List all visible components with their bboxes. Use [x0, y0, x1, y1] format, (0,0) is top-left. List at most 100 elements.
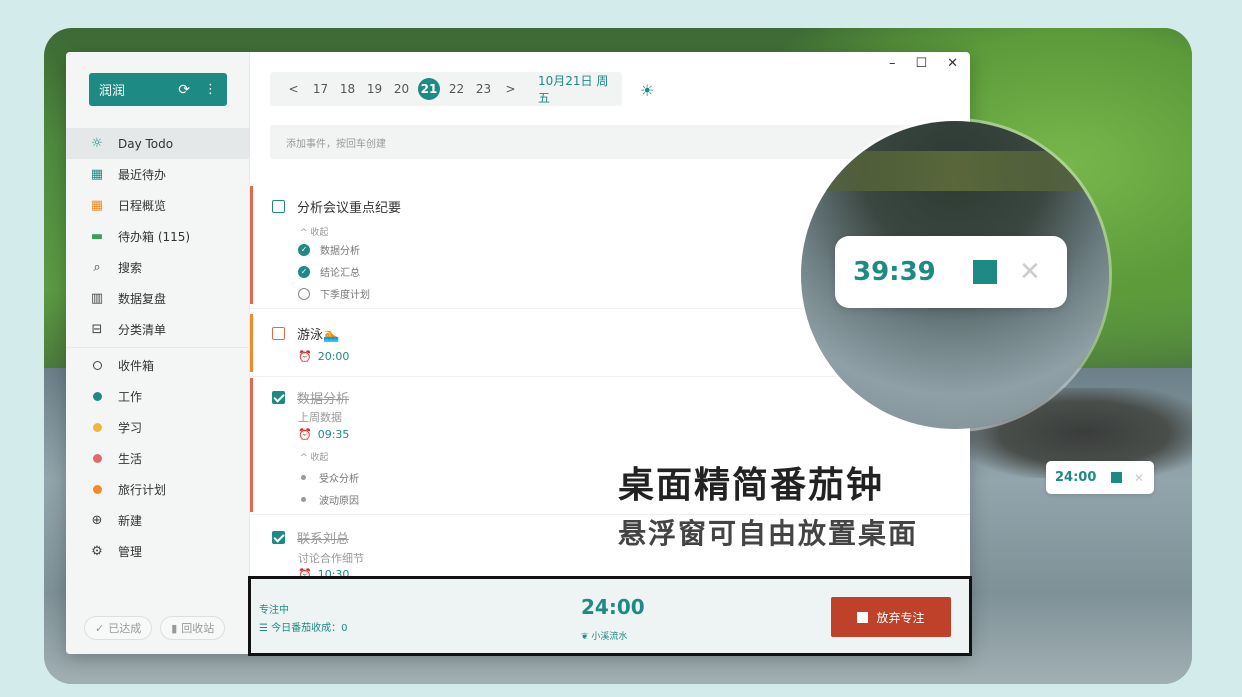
lens-grass: [801, 151, 1109, 191]
date-selected[interactable]: 21: [418, 78, 440, 100]
collapse-toggle[interactable]: ^ 收起: [300, 450, 328, 463]
sidebar-list-label: 学习: [118, 421, 143, 435]
sidebar-list-label: 新建: [118, 514, 143, 528]
stop-icon[interactable]: [1111, 472, 1122, 483]
sidebar-item-inbox[interactable]: ▬ 待办箱 (115): [66, 221, 250, 252]
task-title[interactable]: 联系刘总: [297, 528, 349, 547]
gear-icon: ⚙: [91, 544, 103, 559]
sidebar-list-label: 旅行计划: [118, 483, 167, 497]
sidebar-item-stats[interactable]: ▥ 数据复盘: [66, 283, 250, 314]
checked-circle-icon: ✓: [298, 265, 310, 278]
floating-timer-small[interactable]: 24:00 ✕: [1046, 461, 1154, 494]
floating-timer-value: 39:39: [853, 257, 936, 287]
subtask-item[interactable]: 波动原因: [298, 492, 359, 507]
date-23[interactable]: 23: [470, 78, 497, 100]
subtask-item[interactable]: ✓ 结论汇总: [298, 264, 360, 279]
task-checkbox[interactable]: [272, 200, 285, 213]
user-name: 润润: [99, 84, 126, 99]
task-time: ⏰ 20:00: [298, 350, 350, 363]
sidebar-item-label: 数据复盘: [118, 292, 167, 306]
date-19[interactable]: 19: [361, 78, 388, 100]
date-22[interactable]: 22: [443, 78, 470, 100]
sidebar-item-recent[interactable]: ▦ 最近待办: [66, 159, 250, 190]
sidebar-new-list[interactable]: ⊕ 新建: [66, 505, 250, 536]
task-title-row: 数据分析: [272, 388, 349, 407]
sidebar-divider: [66, 347, 250, 348]
schedule-icon: ▦: [90, 198, 104, 213]
next-week-button[interactable]: >: [497, 78, 524, 100]
more-icon[interactable]: ⋮: [204, 82, 217, 97]
pomodoro-count: ☰ 今日番茄收成：0: [259, 623, 348, 634]
sidebar-item-day-todo[interactable]: ☼ Day Todo: [66, 128, 250, 159]
life-dot-icon: [89, 451, 105, 467]
close-icon[interactable]: ✕: [1019, 257, 1041, 287]
sidebar-item-categories[interactable]: ⊟ 分类清单: [66, 314, 250, 345]
sidebar-item-label: 搜索: [118, 261, 143, 275]
close-icon[interactable]: ✕: [1134, 471, 1144, 485]
sidebar-nav: ☼ Day Todo ▦ 最近待办 ▦ 日程概览 ▬ 待办箱 (115) ⌕ 搜…: [66, 128, 250, 567]
task-checkbox[interactable]: [272, 327, 285, 340]
sidebar-item-search[interactable]: ⌕ 搜索: [66, 252, 250, 283]
subtask-item[interactable]: 受众分析: [298, 470, 359, 485]
collapse-toggle[interactable]: ^ 收起: [300, 225, 328, 238]
priority-bar: [250, 378, 253, 512]
sidebar-list-work[interactable]: 工作: [66, 381, 250, 412]
give-up-focus-button[interactable]: 放弃专注: [831, 597, 951, 637]
prev-week-button[interactable]: <: [280, 78, 307, 100]
trash-label: 回收站: [181, 622, 215, 635]
white-noise[interactable]: ❦ 小溪流水: [581, 629, 627, 642]
date-20[interactable]: 20: [388, 78, 415, 100]
task-title-row: 游泳🏊: [272, 324, 339, 343]
bullet-icon: [301, 497, 306, 502]
task-title[interactable]: 分析会议重点纪要: [297, 197, 401, 216]
alarm-icon: ⏰: [298, 350, 312, 363]
sidebar-list-inbox[interactable]: 收件箱: [66, 350, 250, 381]
task-title[interactable]: 游泳🏊: [297, 324, 339, 343]
inbox-icon: ▬: [90, 229, 104, 244]
task-time: ⏰ 09:35: [298, 428, 350, 441]
close-button[interactable]: ✕: [947, 56, 958, 71]
sidebar-list-travel[interactable]: 旅行计划: [66, 474, 250, 505]
date-18[interactable]: 18: [334, 78, 361, 100]
minimize-button[interactable]: –: [889, 56, 896, 71]
sidebar-list-life[interactable]: 生活: [66, 443, 250, 474]
sidebar-item-label: 日程概览: [118, 199, 167, 213]
promo-title: 桌面精简番茄钟: [618, 465, 885, 506]
sidebar-manage[interactable]: ⚙ 管理: [66, 536, 250, 567]
sync-icon[interactable]: ⟳: [178, 82, 190, 98]
subtask-item[interactable]: ✓ 数据分析: [298, 242, 360, 257]
checked-circle-icon: ✓: [298, 243, 310, 256]
theme-sun-icon[interactable]: ☀: [640, 81, 654, 100]
user-button[interactable]: 润润 ⟳ ⋮: [89, 73, 227, 106]
task-title[interactable]: 数据分析: [297, 388, 349, 407]
maximize-button[interactable]: ☐: [915, 56, 927, 71]
sidebar: 润润 ⟳ ⋮ ☼ Day Todo ▦ 最近待办 ▦ 日程概览 ▬ 待办箱 (1…: [66, 52, 250, 654]
sidebar-list-study[interactable]: 学习: [66, 412, 250, 443]
done-button[interactable]: ✓ 已达成: [84, 616, 153, 640]
alarm-icon: ⏰: [298, 428, 312, 441]
list-icon: ⊟: [91, 322, 103, 337]
floating-timer-large[interactable]: 39:39 ✕: [835, 236, 1067, 308]
date-17[interactable]: 17: [307, 78, 334, 100]
trash-button[interactable]: ▮ 回收站: [160, 616, 226, 640]
window-controls: – ☐ ✕: [889, 56, 958, 71]
sidebar-list-label: 管理: [118, 545, 143, 559]
bullet-icon: [301, 475, 306, 480]
task-note: 上周数据: [298, 411, 342, 424]
priority-bar: [250, 186, 253, 304]
add-icon: ⊕: [91, 513, 103, 528]
sun-icon: ☼: [91, 136, 103, 151]
focus-bar: 专注中 ☰ 今日番茄收成：0 24:00 ❦ 小溪流水 放弃专注: [248, 576, 972, 656]
sidebar-item-schedule[interactable]: ▦ 日程概览: [66, 190, 250, 221]
work-dot-icon: [89, 389, 105, 405]
sidebar-item-label: 分类清单: [118, 323, 167, 337]
sidebar-list-label: 工作: [118, 390, 143, 404]
sidebar-item-label: 最近待办: [118, 168, 167, 182]
stop-icon[interactable]: [973, 260, 997, 284]
task-checkbox[interactable]: [272, 391, 285, 404]
study-dot-icon: [89, 420, 105, 436]
list-icon: ☰: [259, 623, 272, 634]
search-icon: ⌕: [93, 260, 101, 275]
task-checkbox[interactable]: [272, 531, 285, 544]
subtask-item[interactable]: 下季度计划: [298, 286, 370, 301]
